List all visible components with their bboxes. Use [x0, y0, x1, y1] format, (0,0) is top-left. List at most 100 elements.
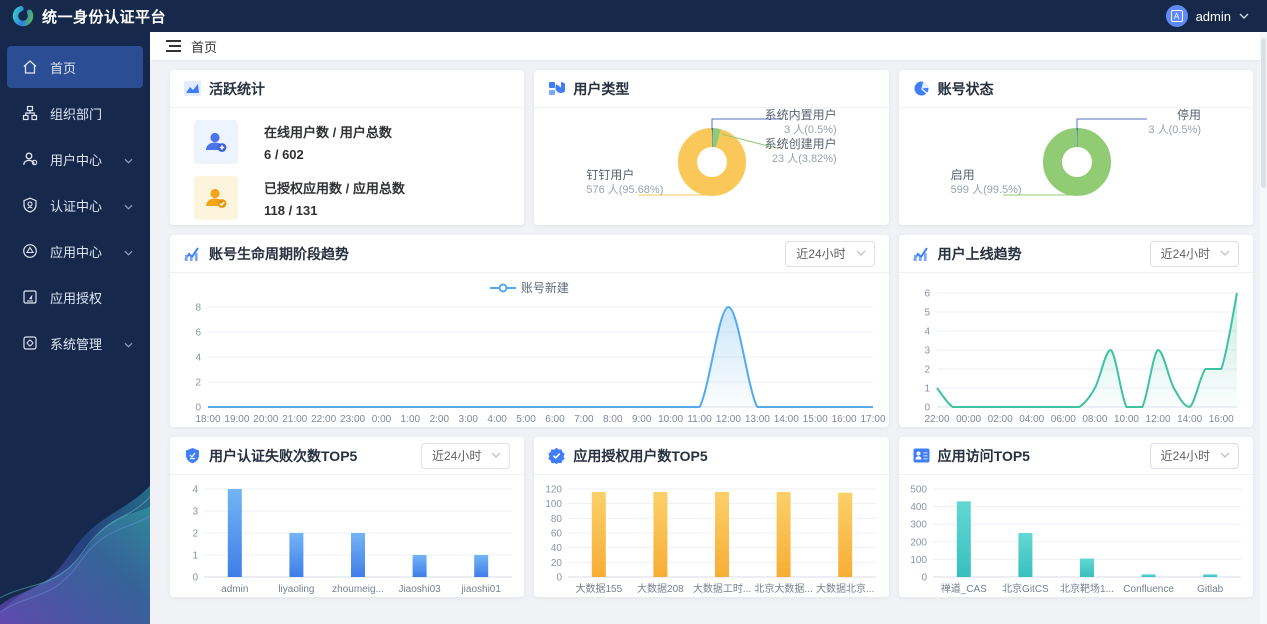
online-trend-line-chart: 0 1 2 3 4 5 6 22:00 00:00 02:00 04:00 06:00 08:00 10:… [899, 281, 1253, 427]
svg-text:400: 400 [910, 502, 927, 513]
svg-text:Confluence: Confluence [1123, 584, 1174, 595]
card-title: 账号状态 [937, 80, 994, 97]
svg-text:6: 6 [195, 328, 201, 339]
card-account-status: 账号状态 停用 3 人(0.5%) 启用 599 人(99.5%) [898, 70, 1253, 225]
main-content: 首页 活跃统计 在线用户数 / 用户总数 6 / 602 已授权应用数 / 应用… [150, 32, 1267, 624]
svg-text:13:00: 13:00 [745, 414, 770, 425]
svg-text:7:00: 7:00 [574, 414, 594, 425]
sidebar-item-label: 应用授权 [50, 290, 103, 306]
area-chart-icon [184, 80, 201, 97]
svg-text:4: 4 [195, 353, 201, 364]
chevron-down-icon [856, 248, 866, 259]
svg-text:40: 40 [551, 543, 563, 554]
svg-text:1: 1 [192, 551, 198, 562]
sidebar-item-label: 首页 [50, 60, 77, 76]
stat-value: 118 / 131 [264, 203, 318, 218]
svg-text:大数据工时...: 大数据工时... [693, 582, 751, 595]
breadcrumb-bar: 首页 [150, 32, 1267, 60]
svg-text:60: 60 [551, 529, 563, 540]
chevron-down-icon [1220, 248, 1230, 259]
chevron-down-icon [124, 198, 133, 213]
svg-text:12:00: 12:00 [716, 414, 741, 425]
sidebar-item-1[interactable]: 组织部门 [7, 92, 143, 134]
svg-text:Jiaoshi03: Jiaoshi03 [398, 584, 441, 595]
svg-text:3:00: 3:00 [458, 414, 478, 425]
time-range-select[interactable]: 近24小时 [420, 442, 511, 469]
svg-text:1: 1 [924, 384, 930, 395]
chevron-down-icon [124, 336, 133, 351]
svg-text:3: 3 [924, 346, 930, 357]
svg-text:20:00: 20:00 [253, 414, 278, 425]
stat-label: 在线用户数 / 用户总数 [264, 125, 392, 140]
scrollbar-thumb[interactable] [1261, 38, 1266, 188]
pie-slice-label: 钉钉用户 576 人(95.68%) [586, 168, 664, 196]
shield-user-icon [184, 447, 201, 464]
svg-text:9:00: 9:00 [632, 414, 652, 425]
card-auth-fail-top5: 用户认证失败次数TOP5 近24小时 0 1 2 3 4 admin liyaoling zh… [170, 437, 525, 597]
svg-text:8: 8 [195, 303, 201, 314]
stat-online-users: 在线用户数 / 用户总数 6 / 602 [170, 120, 524, 164]
svg-text:8:00: 8:00 [603, 414, 623, 425]
sidebar-item-label: 认证中心 [50, 198, 103, 214]
svg-text:6:00: 6:00 [545, 414, 565, 425]
svg-text:120: 120 [546, 485, 563, 496]
svg-text:23:00: 23:00 [340, 414, 365, 425]
svg-text:大数据北京...: 大数据北京... [816, 582, 874, 595]
card-active-stats: 活跃统计 在线用户数 / 用户总数 6 / 602 已授权应用数 / 应用总数 … [170, 70, 525, 225]
svg-text:北京大数据...: 北京大数据... [755, 582, 813, 595]
svg-text:0: 0 [924, 403, 930, 414]
card-title: 用户认证失败次数TOP5 [209, 447, 358, 464]
app-auth-users-bar-chart: 0 20 40 60 80 100 120 大数据155 大数据208 大数据工时... 北京大数据… [534, 475, 888, 597]
svg-text:0: 0 [557, 573, 563, 584]
svg-text:08:00: 08:00 [1082, 414, 1107, 425]
card-title: 应用访问TOP5 [937, 447, 1030, 464]
lifecycle-line-chart: 0 2 4 6 8 18:00 19:00 20:00 21:00 22:00 23:00 0:00 1… [170, 295, 889, 427]
sidebar-item-label: 组织部门 [50, 106, 103, 122]
menu-icon [22, 105, 38, 121]
username: admin [1195, 8, 1231, 24]
time-range-select[interactable]: 近24小时 [1149, 442, 1239, 469]
sidebar-item-5[interactable]: 应用授权 [7, 276, 143, 318]
user-menu[interactable]: A admin [1165, 5, 1267, 27]
scrollbar[interactable] [1260, 32, 1267, 624]
card-user-type: 用户类型 系统内置用户 3 人(0.5%) 系统创建用户 23 人(3.82%) 钉钉用… [534, 70, 889, 225]
menu-icon [22, 197, 38, 213]
time-range-select[interactable]: 近24小时 [1149, 240, 1239, 267]
time-range-select[interactable]: 近24小时 [785, 240, 875, 267]
chevron-down-icon [1220, 450, 1230, 461]
chart-legend[interactable]: 账号新建 [170, 279, 889, 296]
svg-text:2: 2 [192, 529, 198, 540]
selected-range: 近24小时 [431, 449, 482, 463]
user-check-icon [194, 176, 238, 220]
stat-authorized-apps: 已授权应用数 / 应用总数 118 / 131 [170, 176, 524, 220]
sidebar-collapse-icon[interactable] [166, 40, 181, 52]
svg-text:5: 5 [924, 308, 930, 319]
menu-icon [22, 59, 38, 75]
card-app-auth-users-top5: 应用授权用户数TOP5 0 20 40 60 80 100 120 大数据155 大数据208 大… [534, 437, 889, 597]
sidebar-item-6[interactable]: 系统管理 [7, 322, 143, 364]
svg-text:12:00: 12:00 [1145, 414, 1170, 425]
svg-text:admin: admin [221, 584, 248, 595]
card-title: 用户上线趋势 [937, 245, 1022, 262]
sidebar: 首页组织部门用户中心认证中心应用中心应用授权系统管理 [0, 32, 150, 624]
menu-icon [22, 335, 38, 351]
sidebar-item-2[interactable]: 用户中心 [7, 138, 143, 180]
sidebar-item-4[interactable]: 应用中心 [7, 230, 143, 272]
sidebar-wave-decoration [0, 485, 150, 624]
sidebar-item-3[interactable]: 认证中心 [7, 184, 143, 226]
trend-chart-icon [912, 245, 930, 262]
svg-text:6: 6 [924, 289, 930, 300]
svg-text:22:00: 22:00 [311, 414, 336, 425]
svg-text:10:00: 10:00 [1114, 414, 1139, 425]
svg-text:禅道_CAS: 禅道_CAS [940, 582, 986, 595]
svg-text:17:00: 17:00 [860, 414, 885, 425]
svg-text:liyaoling: liyaoling [278, 584, 314, 595]
menu-icon [22, 151, 38, 167]
sidebar-item-0[interactable]: 首页 [7, 46, 143, 88]
sidebar-item-label: 系统管理 [50, 336, 103, 352]
app-access-bar-chart: 0 100 200 300 400 500 禅道_CAS 北京GitCS 北京靶场1... Con… [899, 475, 1253, 597]
menu-icon [22, 289, 38, 305]
svg-text:04:00: 04:00 [1019, 414, 1044, 425]
svg-text:zhoumeig...: zhoumeig... [332, 584, 384, 595]
svg-text:100: 100 [546, 499, 563, 510]
